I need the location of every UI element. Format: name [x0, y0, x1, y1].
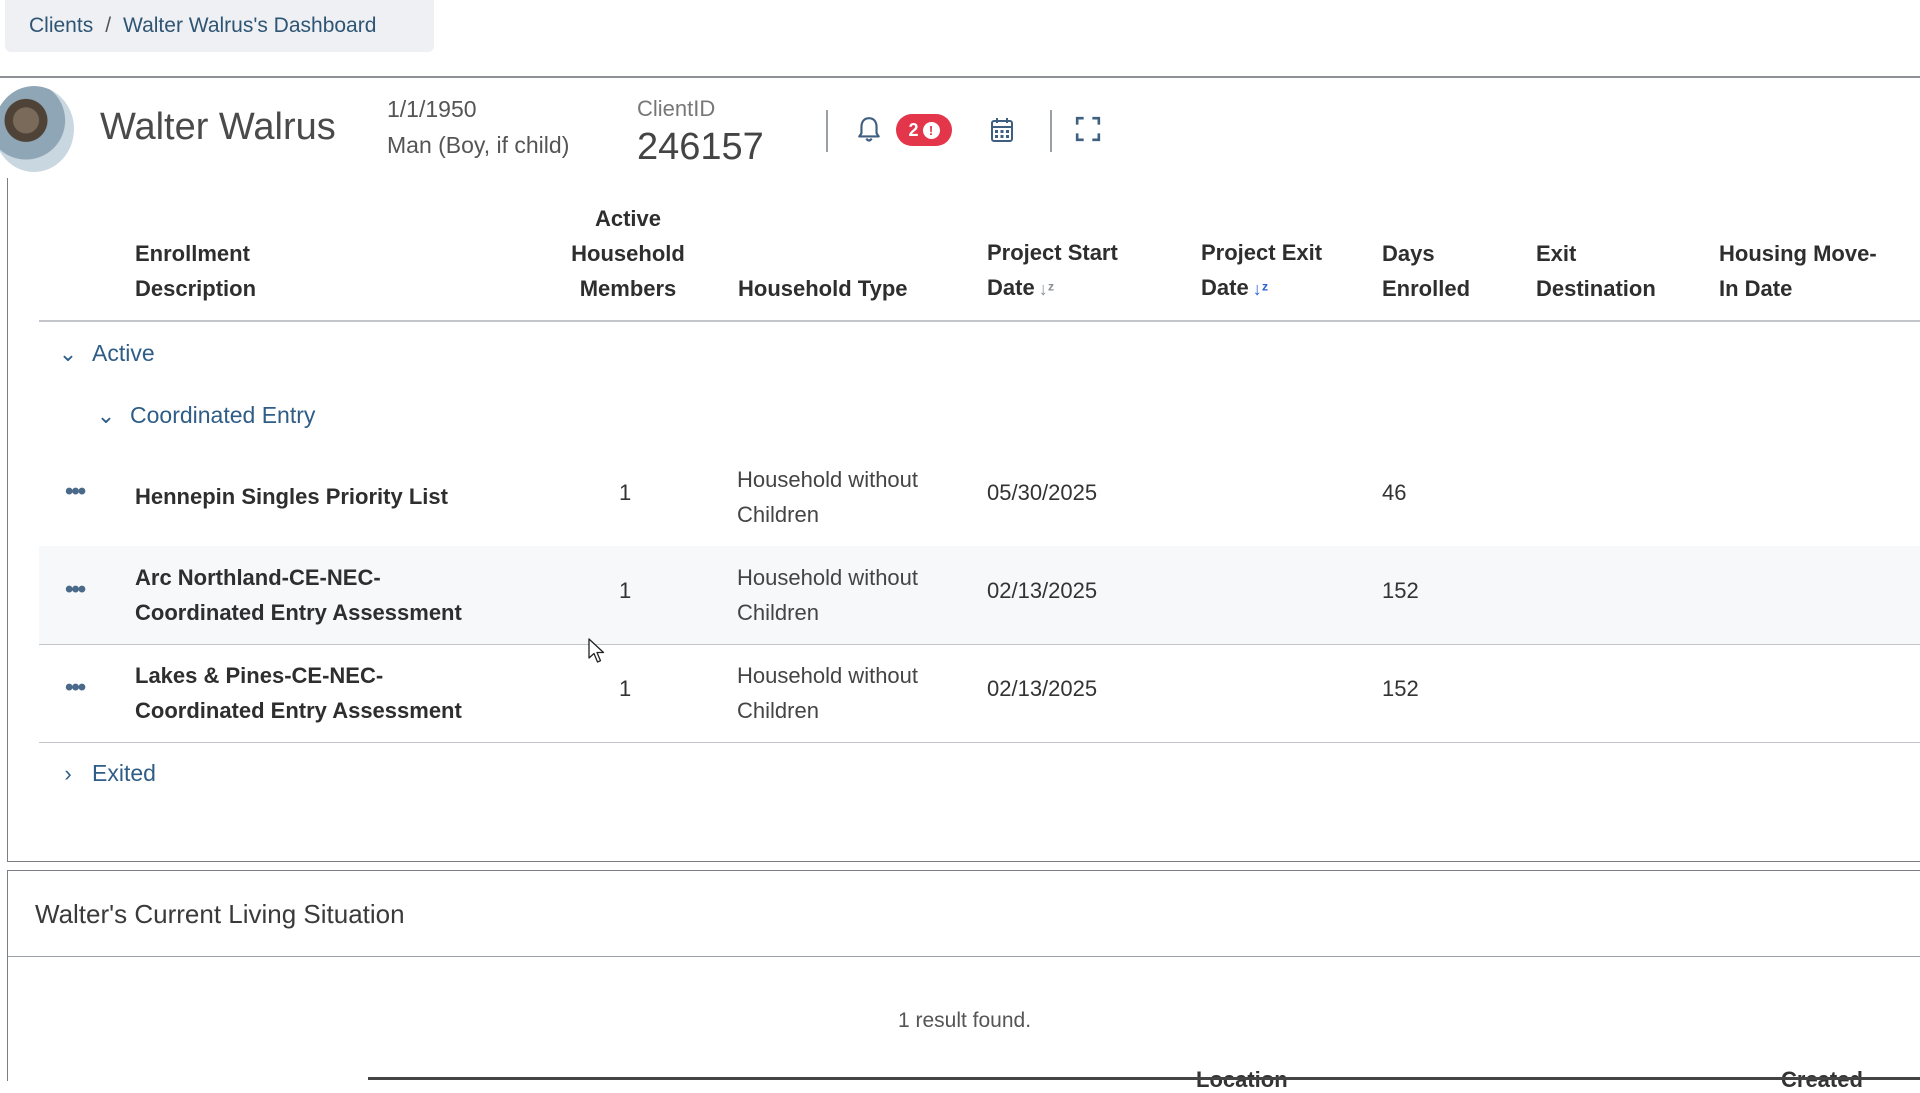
header-line: Destination: [1536, 276, 1656, 301]
header-line: Active: [594, 206, 662, 231]
header-line: Date: [1201, 275, 1249, 300]
column-location[interactable]: Location: [1196, 1067, 1288, 1093]
header-line: In Date: [1719, 276, 1793, 301]
header-enrollment-description[interactable]: Enrollment Description: [135, 236, 256, 306]
enrollment-description[interactable]: Arc Northland-CE-NEC- Coordinated Entry …: [135, 560, 462, 630]
client-id-label: ClientID: [637, 96, 716, 121]
household-type-line: Household without: [737, 663, 919, 688]
header-line: Days: [1382, 241, 1435, 266]
row-actions-menu-icon[interactable]: •••: [65, 674, 86, 702]
household-type: Household without Children: [737, 462, 918, 532]
description-line: Arc Northland-CE-NEC-: [135, 565, 381, 590]
household-type-line: Household without: [737, 565, 919, 590]
days-enrolled: 152: [1382, 578, 1419, 603]
living-situation-title: Walter's Current Living Situation: [35, 899, 405, 929]
breadcrumb: Clients / Walter Walrus's Dashboard: [5, 0, 434, 52]
household-type-line: Household without: [737, 467, 919, 492]
table-row[interactable]: ••• Hennepin Singles Priority List 1 Hou…: [39, 448, 1920, 547]
household-type: Household without Children: [737, 560, 918, 630]
expand-icon[interactable]: [1075, 116, 1101, 142]
header-line: Enrollment: [135, 241, 250, 266]
header-line: Members: [579, 276, 677, 301]
result-count: 1 result found.: [897, 1009, 1032, 1032]
table-header-divider: [39, 320, 1920, 322]
row-actions-menu-icon[interactable]: •••: [65, 478, 86, 506]
project-start-date: 02/13/2025: [987, 578, 1098, 603]
row-actions-menu-icon[interactable]: •••: [65, 576, 86, 604]
avatar: [0, 86, 74, 172]
group-active-label: Active: [92, 340, 155, 366]
client-header: Walter Walrus 1/1/1950 Man (Boy, if chil…: [0, 86, 1920, 178]
notification-count: 2: [908, 119, 919, 140]
client-name: Walter Walrus: [100, 106, 336, 148]
header-divider: [0, 76, 1920, 78]
table-row[interactable]: ••• Lakes & Pines-CE-NEC- Coordinated En…: [39, 644, 1920, 743]
calendar-icon[interactable]: [990, 117, 1014, 143]
group-coordinated-entry-label: Coordinated Entry: [130, 402, 316, 428]
household-type: Household without Children: [737, 658, 918, 728]
header-line: Household Type: [738, 276, 908, 301]
toolbar-divider: [826, 110, 828, 152]
panel-divider: [8, 956, 1920, 957]
household-type-line: Children: [737, 600, 819, 625]
days-enrolled: 152: [1382, 676, 1419, 701]
header-line: Description: [135, 276, 257, 301]
bell-icon[interactable]: [856, 116, 882, 144]
chevron-right-icon: ›: [64, 760, 72, 786]
header-project-start-date[interactable]: Project Start Date ↓ᶻ: [987, 235, 1118, 307]
header-line: Enrolled: [1382, 276, 1471, 301]
column-created[interactable]: Created: [1781, 1067, 1863, 1093]
living-situation-panel: Walter's Current Living Situation 1 resu…: [7, 870, 1920, 1092]
header-active-members[interactable]: Active Household Members: [568, 201, 688, 306]
toolbar-divider-2: [1050, 110, 1052, 152]
description-line: Hennepin Singles Priority List: [135, 484, 448, 509]
header-days-enrolled[interactable]: Days Enrolled: [1382, 236, 1470, 306]
header-line: Housing Move-: [1719, 241, 1877, 266]
client-dob: 1/1/1950: [387, 96, 477, 122]
chevron-down-icon: ⌄: [58, 340, 78, 366]
header-line: Household: [571, 241, 685, 266]
group-active-toggle[interactable]: ⌄ Active: [58, 340, 155, 367]
header-line: Project Exit: [1201, 240, 1323, 265]
breadcrumb-clients-link[interactable]: Clients: [29, 14, 93, 38]
active-members: 1: [619, 676, 632, 701]
household-type-line: Children: [737, 698, 819, 723]
breadcrumb-separator: /: [105, 14, 112, 37]
household-type-line: Children: [737, 502, 819, 527]
enrollment-description[interactable]: Lakes & Pines-CE-NEC- Coordinated Entry …: [135, 658, 462, 728]
header-housing-move-in-date[interactable]: Housing Move- In Date: [1719, 236, 1877, 306]
sort-active-icon[interactable]: ↓ᶻ: [1253, 279, 1269, 299]
description-line: Lakes & Pines-CE-NEC-: [135, 663, 384, 688]
chevron-down-icon: ⌄: [96, 402, 116, 428]
project-start-date: 05/30/2025: [987, 480, 1098, 505]
client-gender: Man (Boy, if child): [387, 132, 570, 158]
group-coordinated-entry-toggle[interactable]: ⌄ Coordinated Entry: [96, 402, 316, 429]
active-members: 1: [619, 578, 632, 603]
days-enrolled: 46: [1382, 480, 1407, 505]
header-line: Date: [987, 275, 1035, 300]
active-members: 1: [619, 480, 632, 505]
alert-icon: !: [922, 121, 940, 139]
header-project-exit-date[interactable]: Project Exit Date ↓ᶻ: [1201, 235, 1322, 307]
header-household-type[interactable]: Household Type: [738, 271, 908, 306]
group-exited-label: Exited: [92, 760, 156, 786]
notification-badge[interactable]: 2 !: [896, 114, 952, 146]
client-id-value: 246157: [637, 126, 764, 168]
description-line: Coordinated Entry Assessment: [135, 698, 462, 723]
table-row[interactable]: ••• Arc Northland-CE-NEC- Coordinated En…: [39, 546, 1920, 645]
description-line: Coordinated Entry Assessment: [135, 600, 462, 625]
sort-icon[interactable]: ↓ᶻ: [1039, 279, 1055, 299]
mouse-cursor-icon: [588, 638, 605, 663]
enrollment-description[interactable]: Hennepin Singles Priority List: [135, 479, 448, 514]
header-line: Project Start: [987, 240, 1118, 265]
breadcrumb-current-link[interactable]: Walter Walrus's Dashboard: [123, 14, 376, 38]
header-exit-destination[interactable]: Exit Destination: [1536, 236, 1656, 306]
header-line: Exit: [1536, 241, 1577, 266]
project-start-date: 02/13/2025: [987, 676, 1098, 701]
group-exited-toggle[interactable]: › Exited: [58, 760, 156, 787]
